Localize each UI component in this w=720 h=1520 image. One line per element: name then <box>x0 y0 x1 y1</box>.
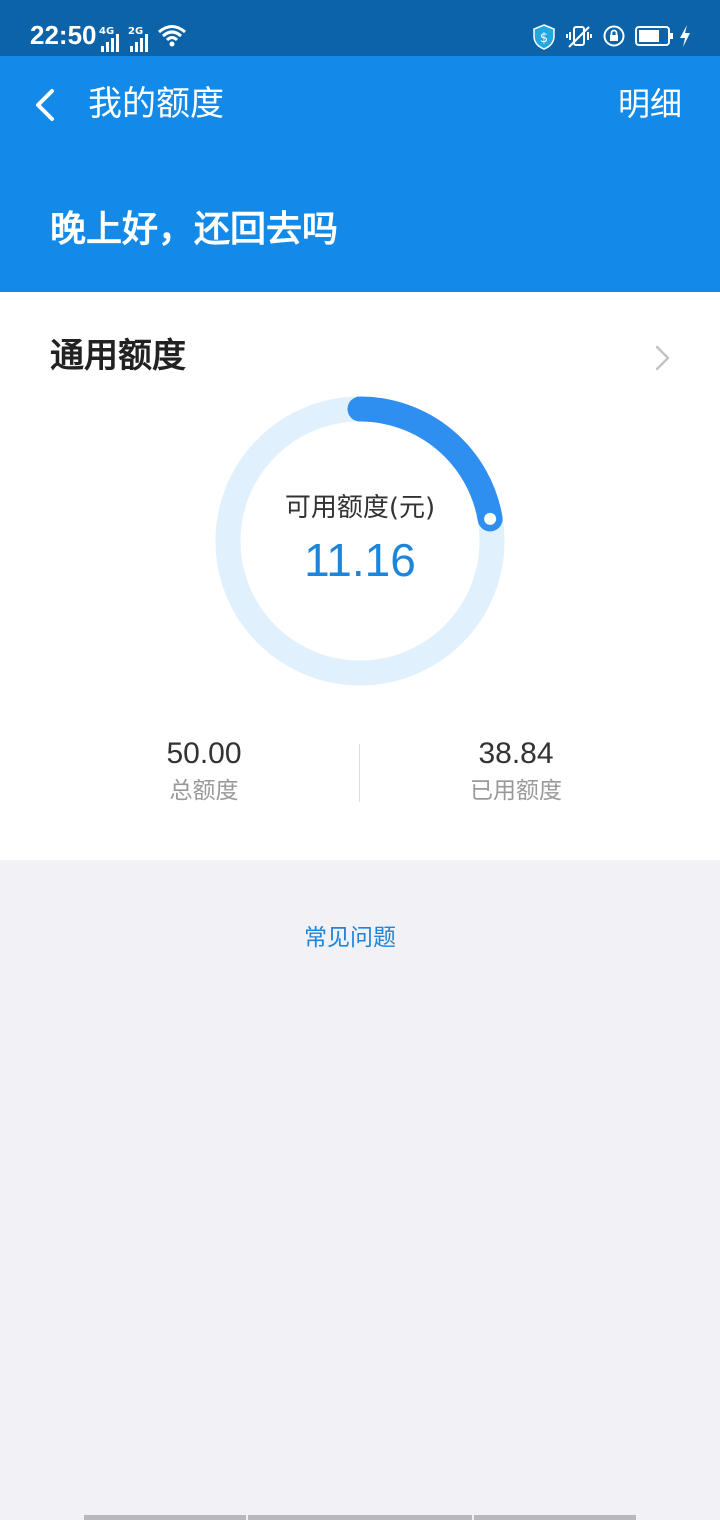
status-time: 22:50 <box>30 20 97 50</box>
available-label: 可用额度(元) <box>284 493 436 523</box>
total-quota-value: 50.00 <box>166 737 242 770</box>
header: 我的额度 明细 晚上好，还回去吗 <box>0 56 720 292</box>
used-quota-label: 已用额度 <box>470 778 562 804</box>
total-quota-stat: 50.00 总额度 <box>104 736 304 806</box>
used-quota-value: 38.84 <box>478 737 554 770</box>
quota-card: 通用额度 可用额度(元) 11.16 50.00 总额度 38.84 已用额度 <box>0 292 720 860</box>
home-indicator-right <box>474 1515 636 1520</box>
status-bar: 22:50 4G 2G $ <box>0 0 720 56</box>
chevron-right-icon[interactable] <box>652 344 672 372</box>
vibrate-icon <box>566 26 592 48</box>
chevron-left-icon[interactable] <box>30 88 60 122</box>
greeting-text: 晚上好，还回去吗 <box>50 209 339 250</box>
home-indicator-left <box>84 1515 246 1520</box>
used-quota-stat: 38.84 已用额度 <box>416 736 616 806</box>
stat-divider <box>359 744 360 802</box>
page-title: 我的额度 <box>88 84 224 124</box>
card-title: 通用额度 <box>50 336 186 376</box>
wifi-icon <box>158 25 186 47</box>
lock-rotation-icon <box>603 25 625 47</box>
charging-icon <box>680 25 690 47</box>
detail-button[interactable]: 明细 <box>618 84 682 124</box>
battery-icon <box>635 26 673 46</box>
shield-dollar-icon: $ <box>533 24 555 50</box>
available-value: 11.16 <box>304 534 416 586</box>
svg-text:$: $ <box>540 31 548 46</box>
status-right-icons: $ <box>532 24 692 52</box>
total-quota-label: 总额度 <box>169 778 239 804</box>
faq-link[interactable]: 常见问题 <box>0 922 700 954</box>
home-indicator-center <box>248 1515 472 1520</box>
